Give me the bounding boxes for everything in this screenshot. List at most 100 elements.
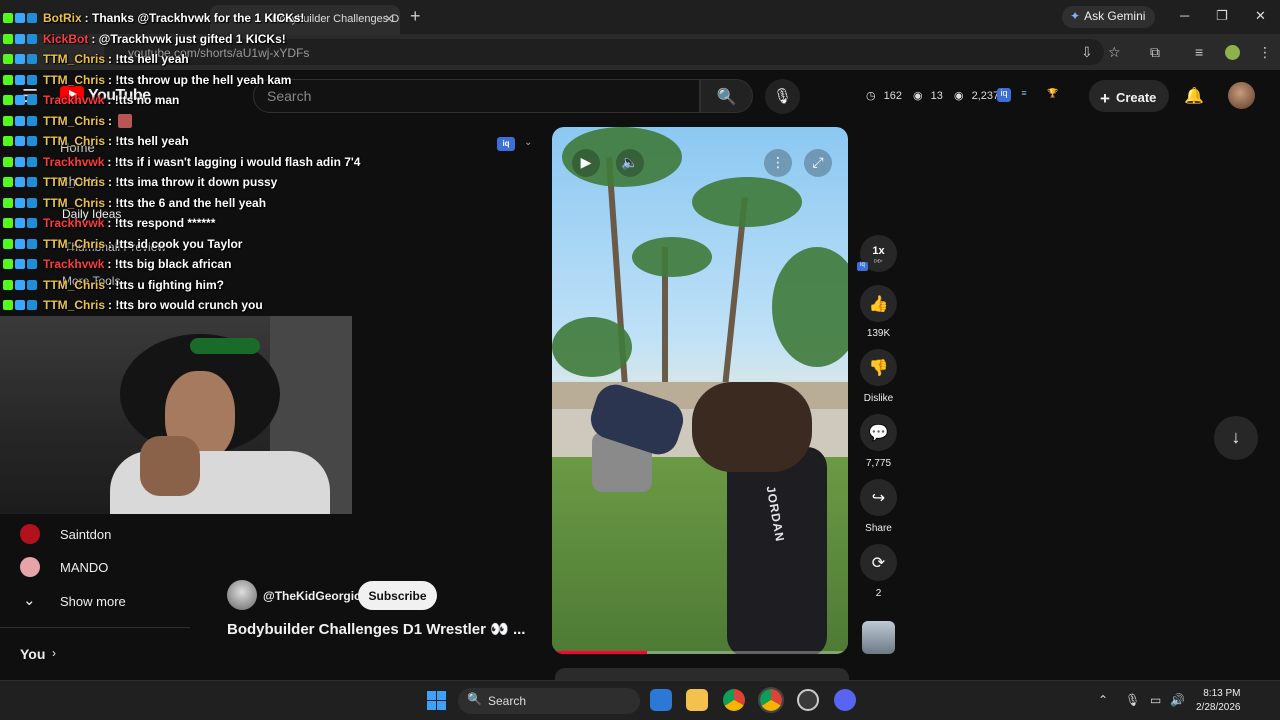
taskbar-search[interactable]: 🔍 Search (458, 688, 640, 714)
chat-username[interactable]: TTM_Chris (43, 73, 105, 87)
close-window-button[interactable]: ✕ (1255, 8, 1266, 24)
chrome-menu-icon[interactable]: ⋮ (1258, 44, 1272, 61)
like-count: 139K (866, 328, 891, 339)
chat-text: : !tts no man (107, 93, 180, 108)
create-button[interactable]: + Create (1089, 80, 1169, 112)
ask-gemini-button[interactable]: ✦ Ask Gemini (1062, 6, 1156, 28)
obs-app-icon[interactable] (797, 689, 819, 711)
stat-1: 162 (883, 90, 902, 102)
windows-start-icon[interactable] (427, 691, 446, 710)
system-clock[interactable]: 8:13 PM 2/28/2026 (1196, 687, 1241, 715)
dislike-button[interactable]: 👎 (860, 349, 897, 386)
bookmark-star-icon[interactable]: ☆ (1108, 44, 1121, 61)
microphone-icon: 🎙 (772, 88, 793, 105)
profile-icon[interactable] (1225, 45, 1240, 60)
remix-button[interactable]: ⟳ (860, 544, 897, 581)
microphone-tray-icon[interactable]: 🎙 (1125, 693, 1140, 707)
network-icon[interactable]: ▭ (1150, 693, 1161, 707)
notifications-bell-icon[interactable]: 🔔 (1184, 86, 1204, 106)
install-app-icon[interactable]: ⇩ (1081, 44, 1093, 61)
chat-username[interactable]: BotRix (43, 11, 82, 25)
extensions-icon[interactable]: ⧉ (1150, 44, 1160, 61)
search-icon: 🔍 (716, 89, 737, 106)
like-button[interactable]: 👍 (860, 285, 897, 322)
vidiq-panel-icon[interactable]: iq (497, 137, 515, 151)
vidiq-icon[interactable]: iq (997, 88, 1011, 102)
chat-username[interactable]: TTM_Chris (43, 278, 105, 292)
share-button[interactable]: ↪ (860, 479, 897, 516)
chat-badge-icons (3, 197, 39, 208)
chrome-app-icon[interactable] (723, 689, 745, 711)
sidebar-channel-saintdon[interactable]: Saintdon (60, 527, 111, 542)
sidebar-you-heading[interactable]: You (20, 646, 45, 662)
next-video-button[interactable]: ↓ (1214, 416, 1258, 460)
volume-icon[interactable]: 🔈 (616, 149, 644, 177)
clock-time: 8:13 PM (1203, 688, 1241, 699)
chat-message: TTM_Chris: (0, 111, 400, 132)
chat-badge-icons (3, 177, 39, 188)
chat-message: TTM_Chris: !tts throw up the hell yeah k… (0, 70, 400, 91)
subscribe-button[interactable]: Subscribe (358, 581, 437, 610)
chat-badge-icons (3, 238, 39, 249)
chat-username[interactable]: TTM_Chris (43, 114, 105, 128)
chat-text: : (108, 113, 113, 128)
list-icon[interactable]: ≡ (1017, 88, 1031, 102)
chat-text: : Thanks @Trackhvwk for the 1 KICKs! (84, 11, 305, 26)
search-button[interactable]: 🔍 (700, 79, 753, 113)
windows-taskbar: 🔍 Search ⌃ 🎙 ▭ 🔊 8:13 PM 2/28/2026 (0, 680, 1280, 720)
chat-username[interactable]: Trackhvwk (43, 216, 104, 230)
discord-app-icon[interactable] (834, 689, 856, 711)
chat-badge-icons (3, 95, 39, 106)
speaker-icon[interactable]: 🔊 (1170, 693, 1185, 707)
chat-text: : !tts bro would crunch you (108, 298, 263, 313)
view-stat-icon: ◉ (953, 90, 964, 102)
chevron-down-icon[interactable]: ⌄ (23, 591, 36, 609)
shorts-video-player[interactable]: JORDAN ▶ 🔈 ⋮ ⤢ (552, 127, 848, 654)
chat-username[interactable]: TTM_Chris (43, 134, 105, 148)
chat-username[interactable]: TTM_Chris (43, 298, 105, 312)
comments-button[interactable]: 💬 (860, 414, 897, 451)
chrome-active-app-icon[interactable] (758, 687, 784, 713)
chat-username[interactable]: TTM_Chris (43, 175, 105, 189)
eye-stat-icon: ◉ (913, 90, 923, 102)
channel-avatar[interactable] (227, 580, 257, 610)
show-more-button[interactable]: Show more (60, 594, 126, 609)
chat-username[interactable]: TTM_Chris (43, 196, 105, 210)
chat-emote-icon (118, 113, 133, 128)
voice-search-button[interactable]: 🎙 (765, 79, 800, 114)
more-options-icon[interactable]: ⋮ (764, 149, 792, 177)
chat-message: TTM_Chris: !tts hell yeah (0, 49, 400, 70)
webcam-overlay (0, 316, 352, 514)
sound-thumbnail[interactable] (862, 621, 895, 654)
tray-chevron-icon[interactable]: ⌃ (1098, 693, 1108, 707)
sidebar-channel-mando[interactable]: MANDO (60, 560, 108, 575)
play-icon[interactable]: ▶ (572, 149, 600, 177)
channel-avatar-saintdon[interactable] (20, 524, 40, 544)
store-app-icon[interactable] (650, 689, 672, 711)
chat-username[interactable]: Trackhvwk (43, 257, 104, 271)
chat-badge-icons (3, 74, 39, 85)
chat-username[interactable]: Trackhvwk (43, 93, 104, 107)
media-control-icon[interactable]: ≡ (1195, 44, 1203, 60)
short-title[interactable]: Bodybuilder Challenges D1 Wrestler 👀 ... (227, 620, 525, 638)
channel-name[interactable]: @TheKidGeorgio (263, 589, 361, 603)
trophy-icon[interactable]: 🏆 (1046, 88, 1060, 102)
file-explorer-icon[interactable] (686, 689, 708, 711)
share-label: Share (865, 523, 892, 534)
fullscreen-icon[interactable]: ⤢ (804, 149, 832, 177)
chevron-right-icon[interactable]: › (52, 646, 56, 660)
search-icon: 🔍 (467, 692, 482, 706)
chat-text: : !tts u fighting him? (108, 277, 224, 292)
chevron-down-icon[interactable]: ⌄ (524, 137, 532, 148)
account-avatar[interactable] (1228, 82, 1255, 109)
minimize-button[interactable]: ─ (1180, 8, 1189, 23)
channel-avatar-mando[interactable] (20, 557, 40, 577)
chat-username[interactable]: Trackhvwk (43, 155, 104, 169)
comment-count: 7,775 (865, 458, 892, 469)
chat-username[interactable]: KickBot (43, 32, 88, 46)
chat-username[interactable]: TTM_Chris (43, 52, 105, 66)
chat-username[interactable]: TTM_Chris (43, 237, 105, 251)
chat-message: TTM_Chris: !tts id cook you Taylor (0, 234, 400, 255)
restore-button[interactable]: ❐ (1216, 8, 1228, 24)
new-tab-button[interactable]: + (410, 6, 421, 27)
